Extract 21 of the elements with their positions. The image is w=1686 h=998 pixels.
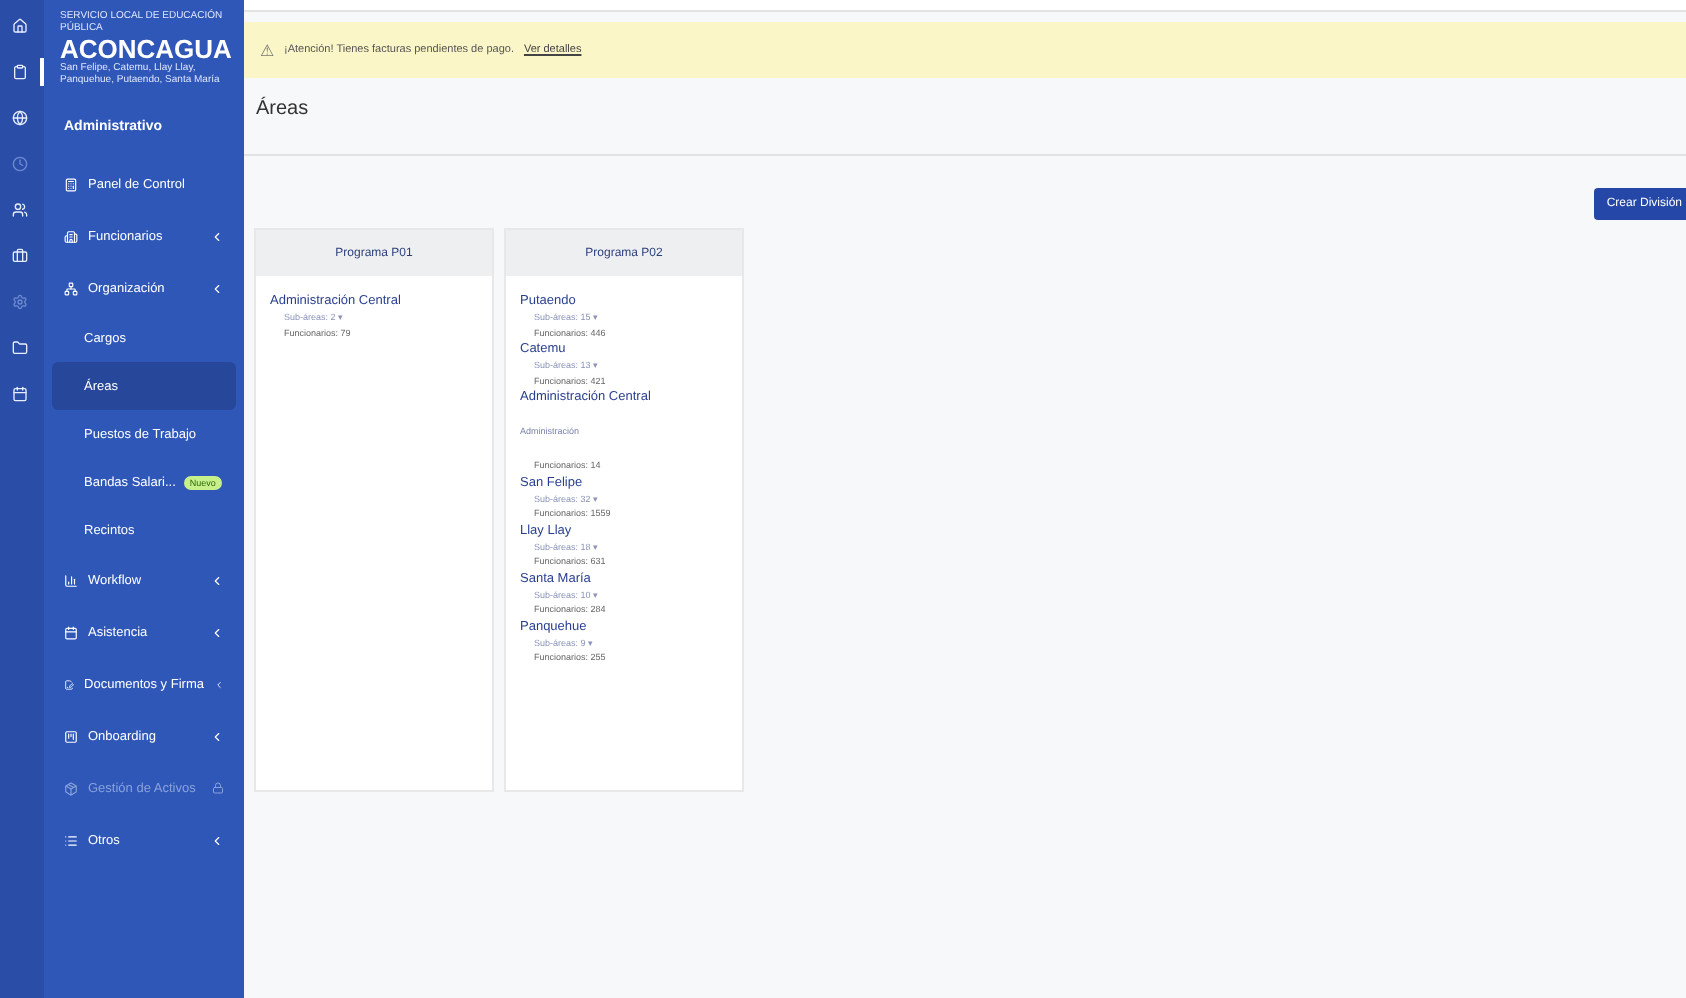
page-title: Áreas: [256, 98, 309, 120]
warning-icon: ⚠: [260, 41, 274, 59]
calendar-icon: [12, 386, 28, 402]
board-icon: [64, 729, 78, 743]
list-icon: [64, 833, 78, 847]
settings-icon: [12, 294, 28, 310]
building-icon: [64, 229, 78, 243]
clock-icon: [12, 156, 28, 172]
home-icon: [12, 18, 28, 34]
clipboard-icon: [12, 64, 28, 80]
bar-chart-icon: [64, 573, 78, 587]
document-icon: [64, 677, 75, 691]
calculator-icon: [64, 177, 78, 191]
calendar-icon: [64, 625, 78, 639]
logo-name: ACONCAGUA: [60, 36, 234, 62]
hierarchy-icon: [64, 281, 78, 295]
users-icon: [12, 202, 28, 218]
globe-icon: [12, 110, 28, 126]
package-icon: [64, 781, 78, 795]
briefcase-icon: [12, 248, 28, 264]
folder-icon: [12, 340, 28, 356]
